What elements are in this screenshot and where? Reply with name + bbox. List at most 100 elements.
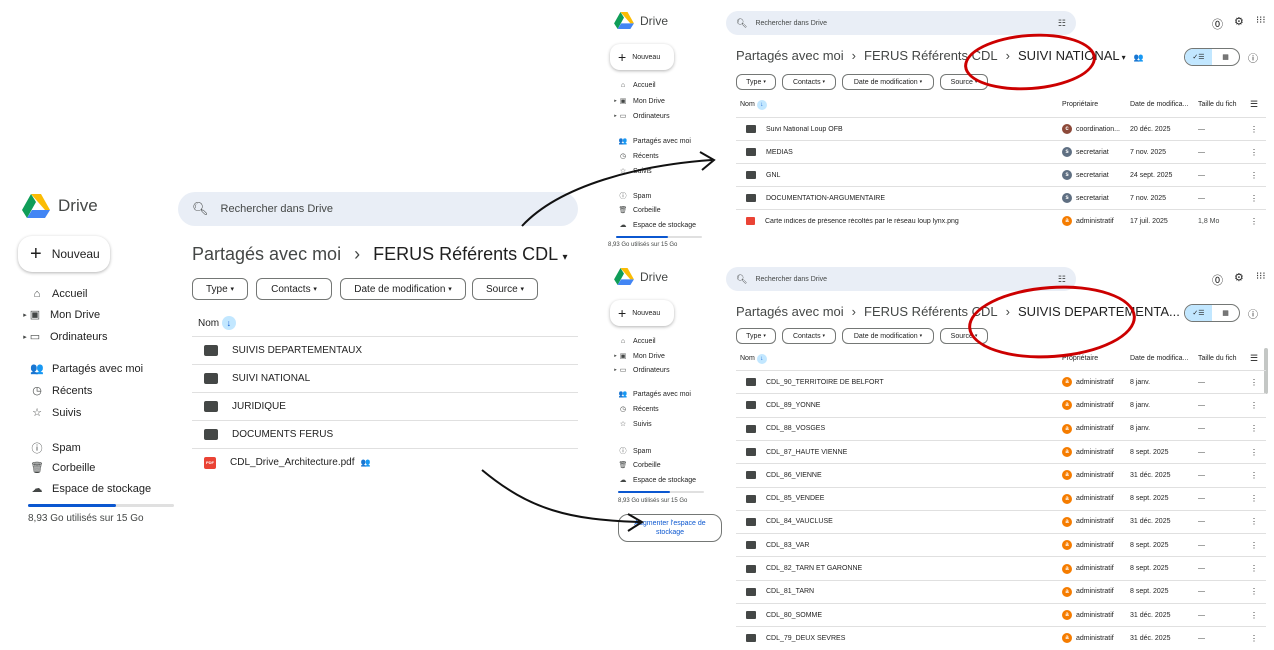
table-row[interactable]: CDL_82_TARN ET GARONNE a administratif 8 se… xyxy=(736,556,1266,579)
list-item[interactable]: JURIDIQUE xyxy=(192,392,578,420)
drive-logo[interactable]: Drive xyxy=(22,194,98,218)
filter-contacts[interactable]: Contacts ▾ xyxy=(782,328,836,344)
filter-modified[interactable]: Date de modification ▾ xyxy=(340,278,466,300)
table-row[interactable]: CDL_87_HAUTE VIENNE a administratif 8 sept.… xyxy=(736,439,1266,463)
table-row[interactable]: CDL_85_VENDEE a administratif 8 sept. 2025 —… xyxy=(736,486,1266,510)
breadcrumb-ferus[interactable]: FERUS Référents CDL xyxy=(864,48,998,63)
list-item[interactable]: DOCUMENTS FERUS xyxy=(192,420,578,448)
table-row[interactable]: CDL_79_DEUX SEVRES a administratif 31 déc. … xyxy=(736,626,1266,649)
table-row[interactable]: CDL_81_TARN a administratif 8 sept. 2025 — ⋮ xyxy=(736,579,1266,603)
nav-computers[interactable]: ▸ ▭ Ordinateurs xyxy=(22,330,107,344)
avatar[interactable]: a xyxy=(1062,377,1072,388)
search-icon[interactable]: 🔍︎ xyxy=(192,201,209,217)
view-toggle[interactable]: ✓☰ ▦ xyxy=(1184,304,1240,322)
grid-view-icon[interactable]: ▦ xyxy=(1212,305,1239,321)
nav-shared[interactable]: 👥 Partagés avec moi xyxy=(618,137,691,146)
avatar[interactable]: a xyxy=(1062,423,1072,434)
avatar[interactable]: a xyxy=(1062,400,1072,411)
dropdown-arrow-icon[interactable]: ▾ xyxy=(1122,53,1126,62)
search-icon[interactable]: 🔍︎ xyxy=(736,18,747,29)
breadcrumb-suivi-national[interactable]: SUIVI NATIONAL xyxy=(1018,48,1120,63)
more-options-icon[interactable]: ⋮ xyxy=(1250,471,1258,480)
avatar[interactable]: a xyxy=(1062,610,1072,621)
drive-logo[interactable]: Drive xyxy=(614,12,668,29)
nav-recent[interactable]: ◷ Récents xyxy=(30,384,92,398)
table-row[interactable]: CDL_86_VIENNE a administratif 31 déc. 2025 —… xyxy=(736,463,1266,486)
list-item[interactable]: PDF CDL_Drive_Architecture.pdf 👥 xyxy=(192,448,578,476)
table-row[interactable]: Carte indices de présence récoltés par l… xyxy=(736,209,1266,232)
avatar[interactable]: s xyxy=(1062,193,1072,203)
nav-shared[interactable]: 👥 Partagés avec moi xyxy=(618,390,691,399)
new-button[interactable]: + Nouveau xyxy=(610,300,674,326)
nav-trash[interactable]: 🗑 Corbeille xyxy=(618,461,661,470)
avatar[interactable]: c xyxy=(1062,124,1072,134)
nav-storage[interactable]: ☁ Espace de stockage xyxy=(618,476,697,485)
column-name-header[interactable]: Nom ↓ xyxy=(740,100,767,110)
more-options-icon[interactable]: ⋮ xyxy=(1250,125,1258,134)
column-name-header[interactable]: Nom ↓ xyxy=(740,354,767,364)
avatar[interactable]: s xyxy=(1062,170,1072,180)
nav-starred[interactable]: ☆ Suivis xyxy=(30,406,81,420)
more-options-icon[interactable]: ⋮ xyxy=(1250,217,1258,226)
more-options-icon[interactable]: ⋮ xyxy=(1250,171,1258,180)
nav-mydrive[interactable]: ▸ ▣ Mon Drive xyxy=(613,97,665,106)
more-options-icon[interactable]: ⋮ xyxy=(1250,564,1258,573)
filter-type[interactable]: Type ▾ xyxy=(192,278,248,300)
avatar[interactable]: a xyxy=(1062,586,1072,597)
more-options-icon[interactable]: ⋮ xyxy=(1250,424,1258,433)
nav-trash[interactable]: 🗑 Corbeille xyxy=(30,461,95,475)
table-row[interactable]: MEDIAS s secretariat 7 nov. 2025 — ⋮ xyxy=(736,140,1266,163)
more-options-icon[interactable]: ⋮ xyxy=(1250,401,1258,410)
nav-computers[interactable]: ▸ ▭ Ordinateurs xyxy=(613,366,669,375)
drive-logo[interactable]: Drive xyxy=(614,268,668,285)
help-icon[interactable]: ⓪ xyxy=(1212,272,1223,288)
nav-spam[interactable]: ⓘ Spam xyxy=(30,440,81,456)
filter-source[interactable]: Source ▾ xyxy=(940,74,988,90)
avatar[interactable]: a xyxy=(1062,470,1072,481)
more-options-icon[interactable]: ⋮ xyxy=(1250,611,1258,620)
breadcrumb-shared[interactable]: Partagés avec moi xyxy=(736,304,844,319)
buy-storage-button[interactable]: Augmenter l'espace de stockage xyxy=(618,514,722,542)
avatar[interactable]: a xyxy=(1062,633,1072,644)
nav-starred[interactable]: ☆ Suivis xyxy=(618,420,652,429)
breadcrumb-ferus[interactable]: FERUS Référents CDL xyxy=(864,304,998,319)
apps-grid-icon[interactable]: ⁝⁝⁝ xyxy=(1256,271,1266,282)
nav-spam[interactable]: ⓘ Spam xyxy=(618,446,652,456)
table-row[interactable]: DOCUMENTATION-ARGUMENTAIRE s secretariat 7 … xyxy=(736,186,1266,209)
filter-modified[interactable]: Date de modification ▾ xyxy=(842,74,934,90)
filter-type[interactable]: Type ▾ xyxy=(736,74,776,90)
avatar[interactable]: a xyxy=(1062,516,1072,527)
column-date-header[interactable]: Date de modifica... xyxy=(1130,355,1188,362)
more-options-icon[interactable]: ⋮ xyxy=(1250,448,1258,457)
avatar[interactable]: a xyxy=(1062,493,1072,504)
avatar[interactable]: a xyxy=(1062,447,1072,458)
nav-home[interactable]: ⌂ Accueil xyxy=(30,288,88,300)
table-row[interactable]: CDL_84_VAUCLUSE a administratif 31 déc. 202… xyxy=(736,509,1266,533)
filter-contacts[interactable]: Contacts ▾ xyxy=(782,74,836,90)
settings-icon[interactable]: ⚙ xyxy=(1234,271,1244,284)
view-toggle[interactable]: ✓☰ ▦ xyxy=(1184,48,1240,66)
tune-icon[interactable]: ☷ xyxy=(1058,18,1066,29)
sort-arrow-icon[interactable]: ↓ xyxy=(221,316,236,330)
nav-mydrive[interactable]: ▸ ▣ Mon Drive xyxy=(22,308,100,322)
more-options-icon[interactable]: ⋮ xyxy=(1250,517,1258,526)
more-options-icon[interactable]: ⋮ xyxy=(1250,541,1258,550)
list-view-icon[interactable]: ✓☰ xyxy=(1185,49,1212,65)
table-row[interactable]: CDL_89_YONNE a administratif 8 janv. — ⋮ xyxy=(736,393,1266,416)
sort-options-icon[interactable]: ☰ xyxy=(1250,99,1258,110)
dropdown-arrow-icon[interactable]: ▾ xyxy=(563,252,568,263)
nav-recent[interactable]: ◷ Récents xyxy=(618,405,659,414)
nav-home[interactable]: ⌂ Accueil xyxy=(618,82,656,89)
nav-recent[interactable]: ◷ Récents xyxy=(618,152,659,161)
filter-contacts[interactable]: Contacts ▾ xyxy=(256,278,332,300)
sort-options-icon[interactable]: ☰ xyxy=(1250,353,1258,364)
help-icon[interactable]: ⓪ xyxy=(1212,16,1223,32)
list-item[interactable]: SUIVI NATIONAL xyxy=(192,364,578,392)
table-row[interactable]: CDL_88_VOSGES a administratif 8 janv. — ⋮ xyxy=(736,416,1266,440)
apps-grid-icon[interactable]: ⁝⁝⁝ xyxy=(1256,15,1266,26)
list-item[interactable]: SUIVIS DEPARTEMENTAUX xyxy=(192,336,578,364)
tune-icon[interactable]: ☷ xyxy=(1058,274,1066,285)
breadcrumb-shared[interactable]: Partagés avec moi xyxy=(736,48,844,63)
search-bar[interactable]: 🔍︎ Rechercher dans Drive ☷ xyxy=(726,267,1076,291)
filter-source[interactable]: Source ▾ xyxy=(472,278,538,300)
